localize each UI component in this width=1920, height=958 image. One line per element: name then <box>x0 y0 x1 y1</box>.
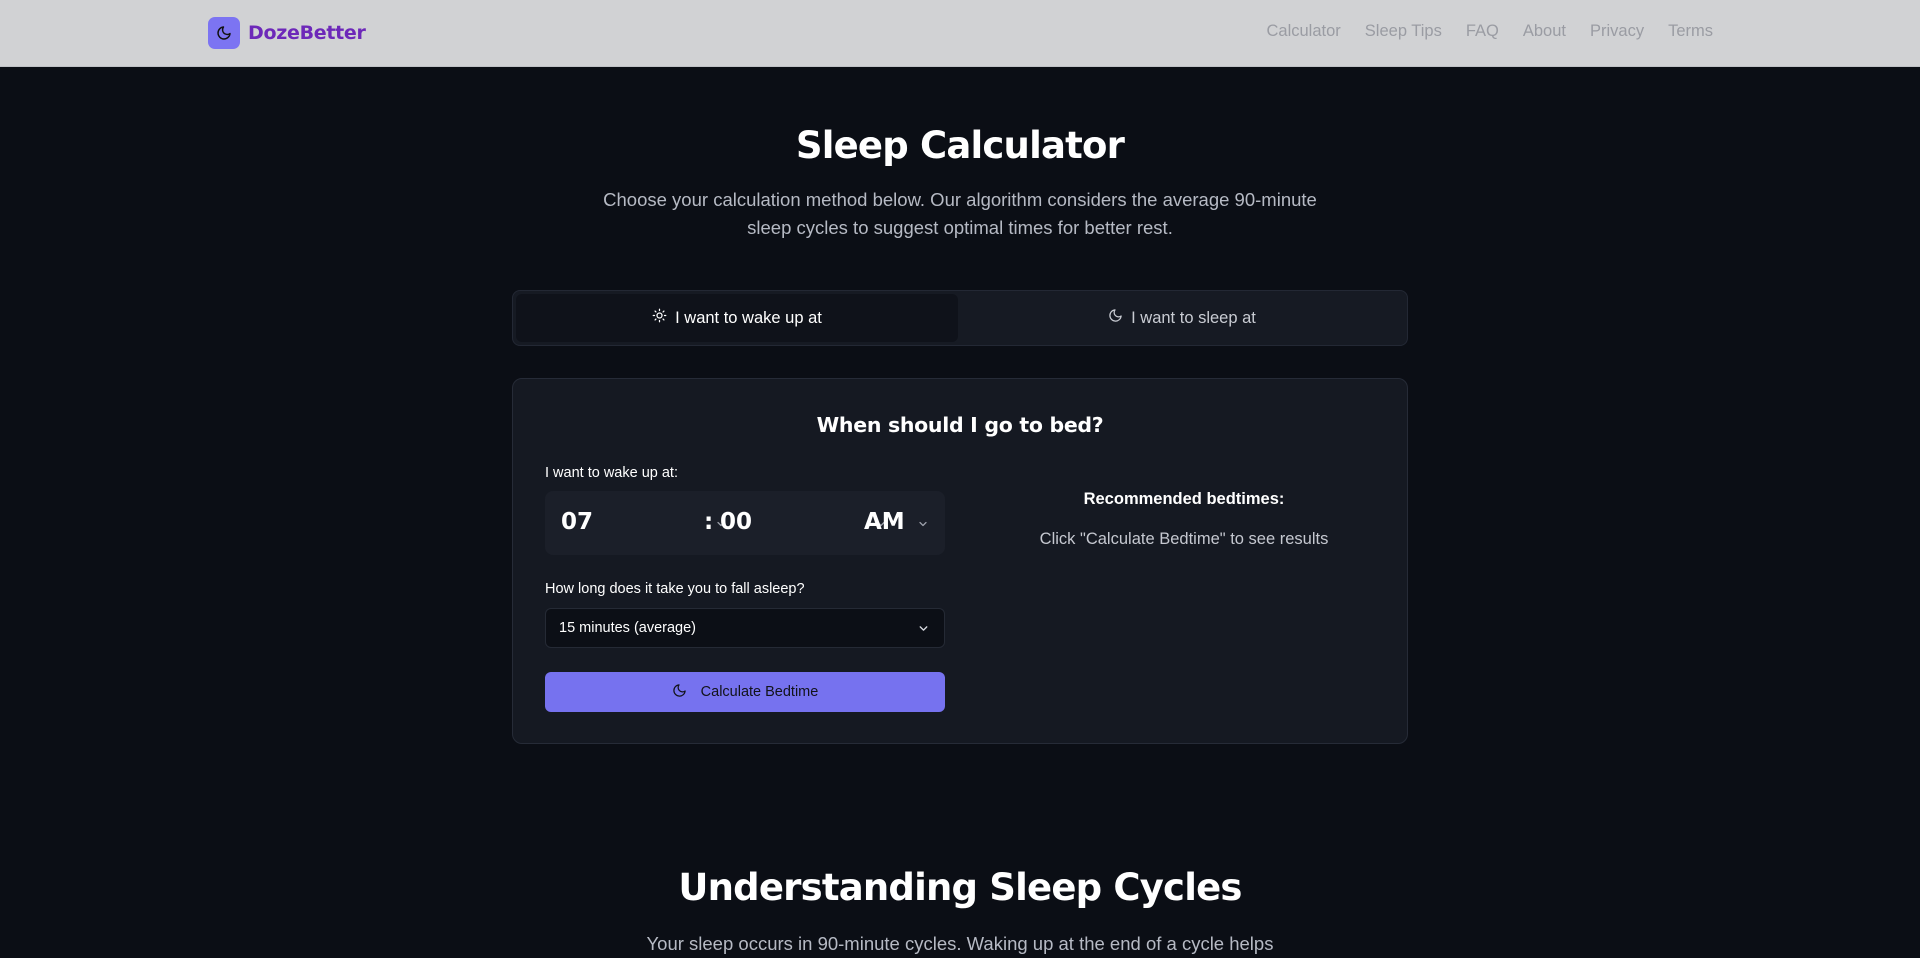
card-title: When should I go to bed? <box>816 413 1104 437</box>
tab-wake-up[interactable]: I want to wake up at <box>516 294 958 342</box>
tab-sleep-at[interactable]: I want to sleep at <box>961 294 1403 342</box>
calculator-card: When should I go to bed? I want to wake … <box>512 378 1408 744</box>
time-picker: 07 : 00 AM <box>545 491 945 555</box>
brand-logo[interactable]: DozeBetter <box>208 17 366 49</box>
fall-asleep-value: 15 minutes (average) <box>559 620 697 636</box>
moon-icon <box>208 17 240 49</box>
tab-wake-up-label: I want to wake up at <box>675 308 822 327</box>
section-title: Understanding Sleep Cycles <box>678 866 1242 909</box>
results-title: Recommended bedtimes: <box>1083 490 1285 508</box>
fall-asleep-select[interactable]: 15 minutes (average) <box>545 608 945 648</box>
minute-select[interactable]: 00 <box>720 508 752 536</box>
fall-asleep-label: How long does it take you to fall asleep… <box>545 581 805 597</box>
chevron-down-icon <box>917 517 929 535</box>
wake-time-label: I want to wake up at: <box>545 465 678 481</box>
hour-select[interactable]: 07 <box>561 508 593 536</box>
mode-tabs: I want to wake up at I want to sleep at <box>512 290 1408 346</box>
nav-sleep-tips[interactable]: Sleep Tips <box>1365 22 1442 41</box>
nav-privacy[interactable]: Privacy <box>1590 22 1644 41</box>
sun-icon <box>652 308 667 328</box>
calculate-bedtime-button[interactable]: Calculate Bedtime <box>545 672 945 712</box>
moon-icon <box>1108 308 1123 328</box>
main-nav: Calculator Sleep Tips FAQ About Privacy … <box>1267 22 1714 41</box>
section-subtitle: Your sleep occurs in 90-minute cycles. W… <box>646 933 1274 954</box>
results-hint: Click "Calculate Bedtime" to see results <box>1039 530 1329 548</box>
moon-icon <box>672 683 687 702</box>
nav-terms[interactable]: Terms <box>1668 22 1713 41</box>
brand-name: DozeBetter <box>248 22 366 44</box>
nav-about[interactable]: About <box>1523 22 1566 41</box>
tab-sleep-at-label: I want to sleep at <box>1131 308 1256 327</box>
period-select[interactable]: AM <box>864 508 905 536</box>
time-separator: : <box>704 509 714 535</box>
nav-calculator[interactable]: Calculator <box>1267 22 1341 41</box>
chevron-down-icon <box>917 622 930 640</box>
calculate-bedtime-label: Calculate Bedtime <box>700 684 819 700</box>
nav-faq[interactable]: FAQ <box>1466 22 1499 41</box>
page-subtitle: Choose your calculation method below. Ou… <box>603 189 1317 238</box>
site-header: DozeBetter Calculator Sleep Tips FAQ Abo… <box>0 0 1920 67</box>
page-title: Sleep Calculator <box>795 124 1125 167</box>
